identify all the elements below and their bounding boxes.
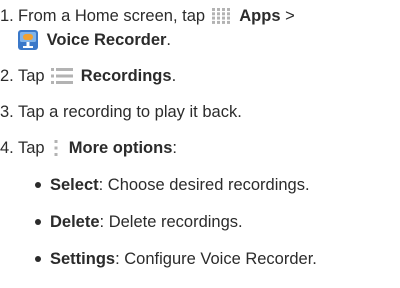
bullet-term: Select	[50, 176, 99, 194]
step-1-separator: >	[285, 7, 295, 25]
step-number: 1.	[0, 7, 14, 25]
recordings-label: Recordings	[80, 67, 172, 85]
step-text: From a Home screen, tap Apps >	[18, 6, 295, 26]
step-2-prefix: Tap	[18, 67, 45, 85]
bullet-icon	[35, 182, 41, 188]
step-1-prefix: From a Home screen, tap	[18, 7, 206, 25]
recordings-list-icon	[51, 67, 74, 84]
bullet-description: : Delete recordings.	[99, 213, 243, 231]
step-2-period: .	[171, 67, 177, 85]
bullet-description: : Configure Voice Recorder.	[115, 250, 317, 268]
voice-recorder-label: Voice Recorder	[46, 31, 167, 49]
step-text: Tap More options:	[18, 138, 177, 158]
more-options-label: More options	[68, 139, 173, 157]
bullet-term: Settings	[50, 250, 116, 268]
bullet-term: Delete	[50, 213, 100, 231]
step-1-period: .	[166, 31, 172, 49]
step-number: 2.	[0, 67, 14, 85]
step-4-prefix: Tap	[18, 139, 45, 157]
bullet-icon	[35, 219, 41, 225]
apps-grid-icon	[211, 7, 232, 24]
step-number: 3.	[0, 103, 14, 121]
instructions-document: 1. From a Home screen, tap Apps > Voice …	[0, 0, 400, 288]
step-number: 4.	[0, 139, 14, 157]
apps-label: Apps	[239, 7, 281, 25]
voice-recorder-app-icon	[18, 29, 38, 50]
bullet-description: : Choose desired recordings.	[98, 176, 310, 194]
bullet-icon	[35, 256, 41, 262]
step-text: Tap a recording to play it back.	[18, 103, 242, 121]
more-options-icon	[53, 139, 59, 156]
step-text: Tap Recordings.	[18, 66, 176, 86]
step-4-colon: :	[172, 139, 177, 157]
